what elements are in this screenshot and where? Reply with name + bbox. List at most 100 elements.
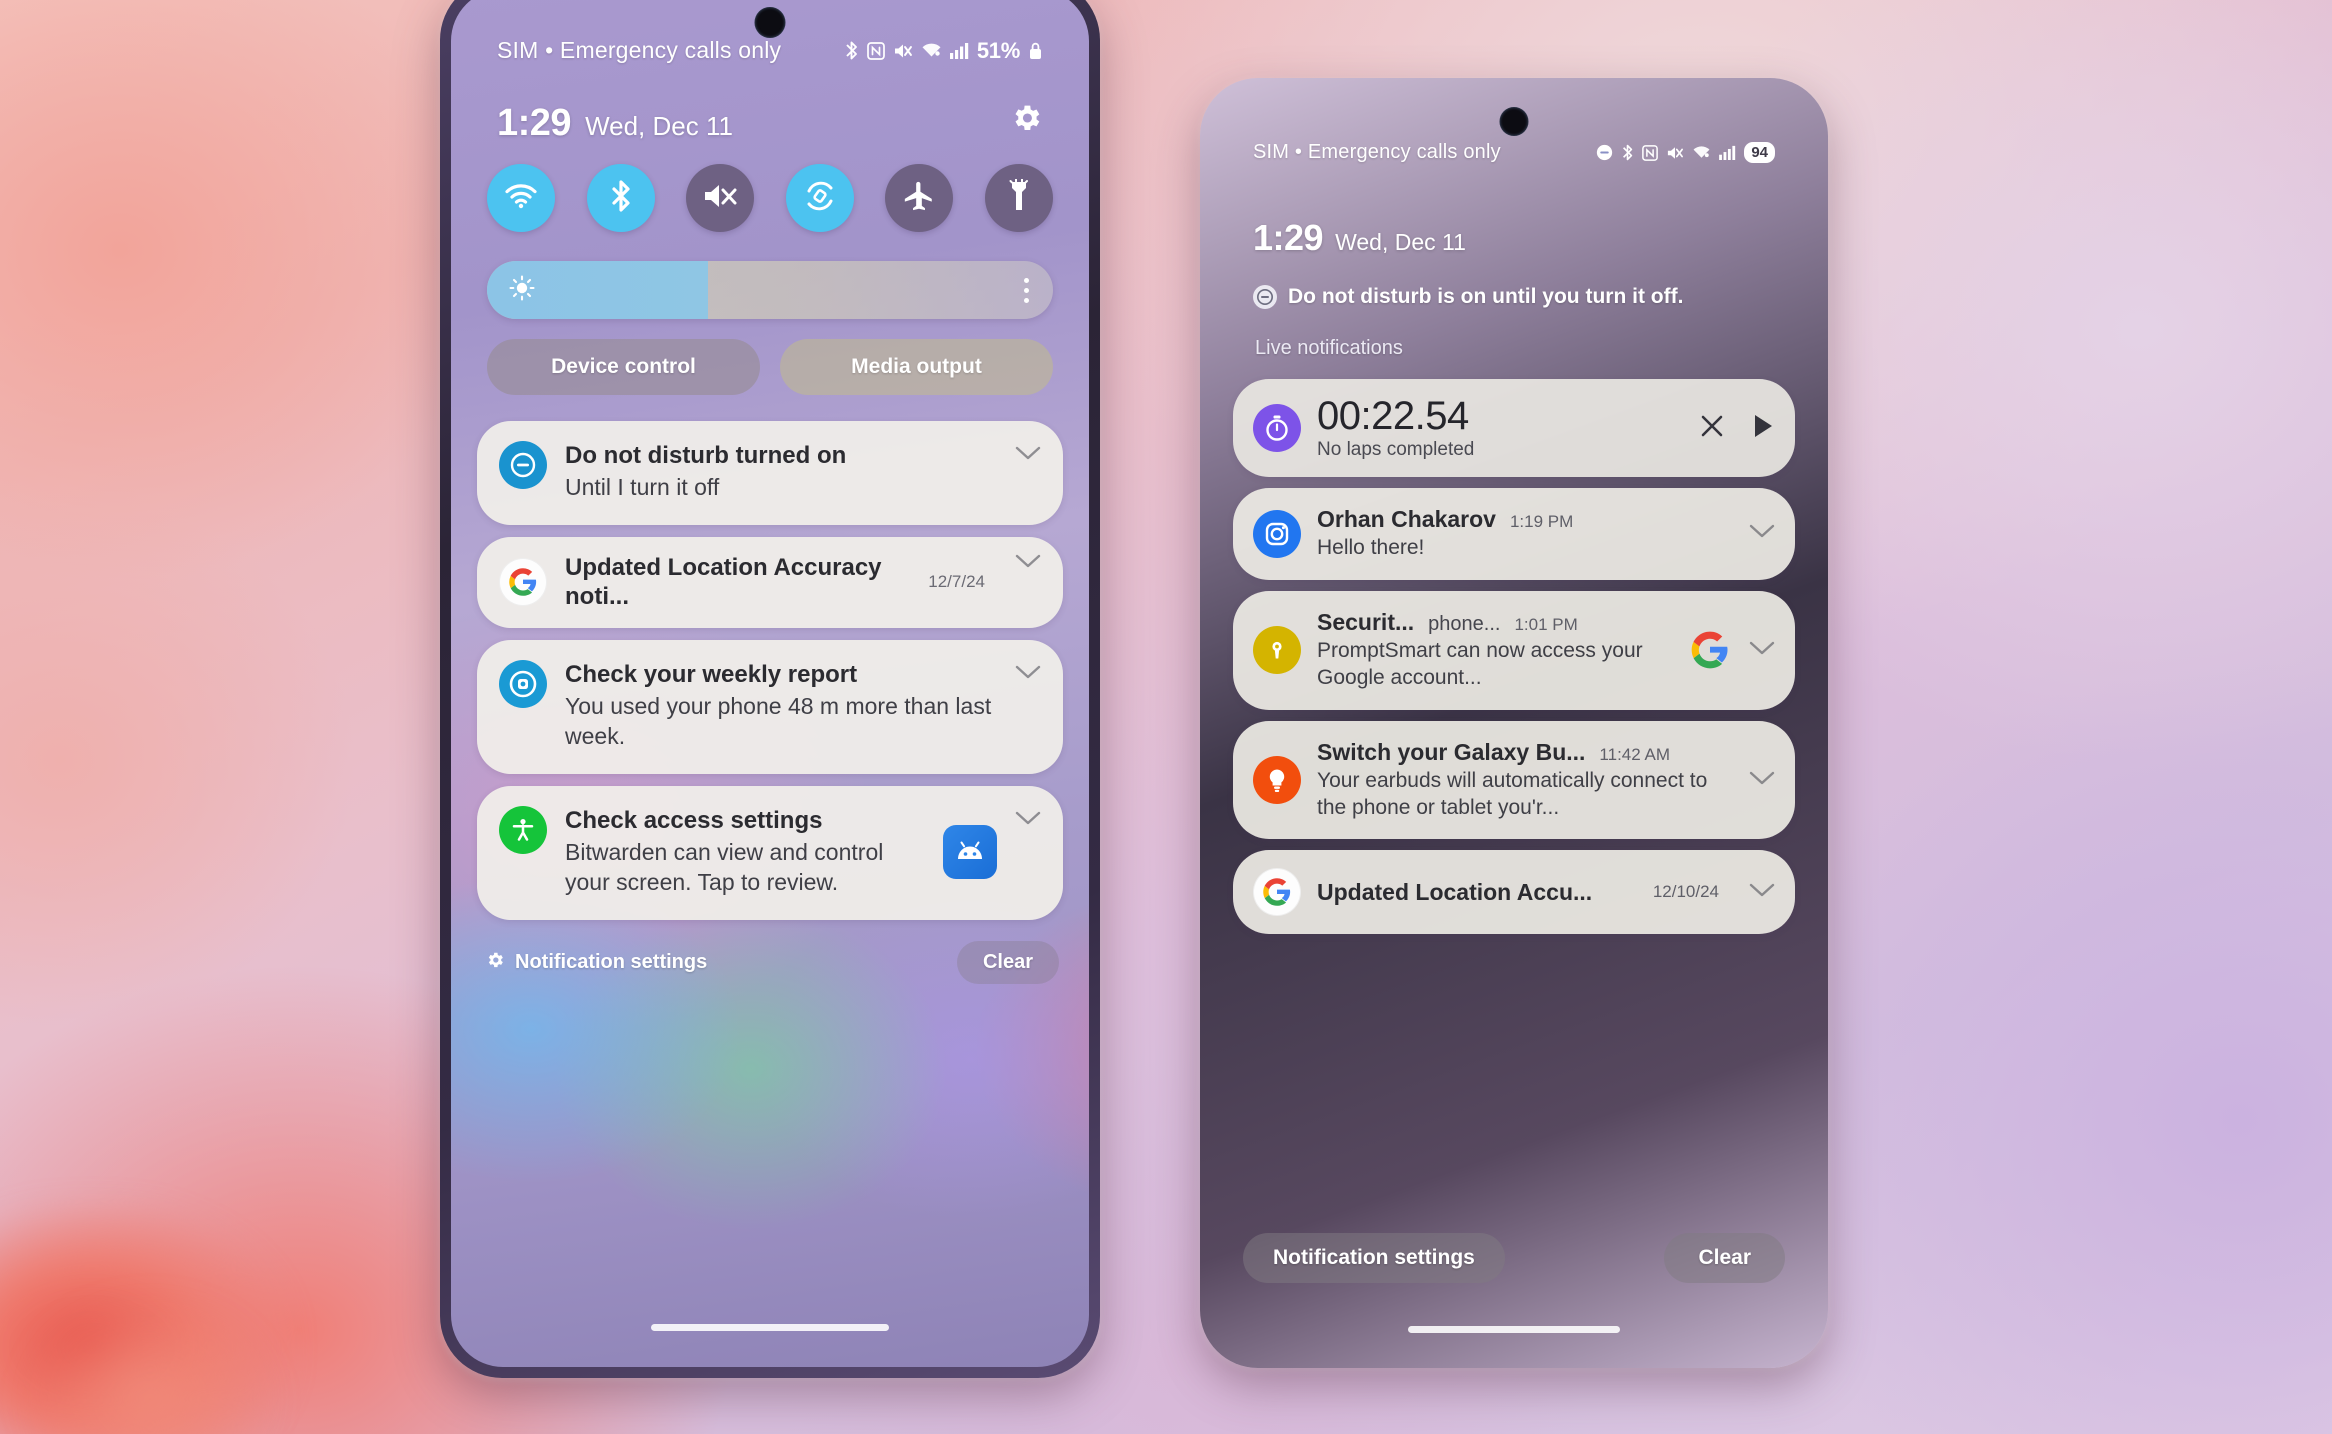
front-camera-punchhole bbox=[754, 7, 786, 38]
bitwarden-android-icon bbox=[943, 824, 997, 879]
wifi-icon bbox=[1692, 145, 1711, 160]
device-control-button[interactable]: Device control bbox=[487, 339, 760, 395]
notification-title: Updated Location Accuracy noti... bbox=[565, 554, 882, 611]
notification-settings-button[interactable]: Notification settings bbox=[1243, 1233, 1505, 1283]
notification-body: Hello there! bbox=[1317, 536, 1425, 559]
do-not-disturb-icon bbox=[1253, 285, 1277, 309]
google-icon bbox=[1253, 868, 1301, 917]
stopwatch-subtitle: No laps completed bbox=[1317, 439, 1475, 460]
notification-title-row: Securit... phone... 1:01 PM bbox=[1317, 609, 1671, 636]
home-gesture-bar[interactable] bbox=[651, 1324, 889, 1331]
notification-content: Securit... phone... 1:01 PM PromptSmart … bbox=[1317, 609, 1671, 692]
bluetooth-icon bbox=[609, 178, 633, 219]
notification-body: Bitwarden can view and control your scre… bbox=[565, 839, 884, 895]
sun-icon bbox=[509, 274, 535, 306]
notification-title: Securit... bbox=[1317, 608, 1415, 635]
notification-card-instagram[interactable]: Orhan Chakarov 1:19 PM Hello there! bbox=[1233, 488, 1795, 580]
auto-rotate-icon bbox=[803, 179, 837, 218]
toggle-wifi[interactable] bbox=[487, 164, 555, 232]
chevron-down-icon[interactable] bbox=[1749, 640, 1775, 661]
right-notification-list: 00:22.54 No laps completed Orhan Chakaro… bbox=[1233, 379, 1795, 945]
notification-card-location-accuracy[interactable]: Updated Location Accu... 12/10/24 bbox=[1233, 850, 1795, 935]
right-panel-footer: Notification settings Clear bbox=[1243, 1233, 1785, 1283]
photo-background bbox=[0, 0, 2332, 1434]
flashlight-icon bbox=[1004, 178, 1034, 218]
notification-title-row: Orhan Chakarov 1:19 PM bbox=[1317, 506, 1733, 533]
live-notification-stopwatch[interactable]: 00:22.54 No laps completed bbox=[1233, 379, 1795, 477]
bluetooth-icon bbox=[844, 40, 859, 61]
mute-icon bbox=[1666, 145, 1684, 161]
live-notifications-label: Live notifications bbox=[1255, 337, 1403, 359]
close-icon[interactable] bbox=[1699, 413, 1725, 444]
notification-title-row: Switch your Galaxy Bu... 11:42 AM bbox=[1317, 739, 1733, 766]
mute-icon bbox=[893, 42, 913, 60]
notification-settings-label: Notification settings bbox=[515, 951, 708, 973]
security-key-icon bbox=[1253, 626, 1301, 675]
notification-title: Check your weekly report bbox=[565, 660, 858, 688]
chevron-down-icon[interactable] bbox=[1015, 664, 1041, 685]
chevron-down-icon[interactable] bbox=[1015, 553, 1041, 574]
nfc-icon bbox=[1642, 144, 1659, 161]
play-icon[interactable] bbox=[1751, 413, 1775, 444]
status-icon-group: 94 bbox=[1596, 141, 1775, 164]
chevron-down-icon[interactable] bbox=[1749, 770, 1775, 791]
stopwatch-time: 00:22.54 bbox=[1317, 394, 1469, 438]
notification-timestamp: 1:19 PM bbox=[1509, 512, 1574, 531]
chevron-down-icon[interactable] bbox=[1749, 882, 1775, 903]
carrier-label: SIM • Emergency calls only bbox=[497, 37, 782, 63]
left-notification-list: Do not disturb turned on Until I turn it… bbox=[477, 421, 1063, 932]
notification-card-access-settings[interactable]: Check access settings Bitwarden can view… bbox=[477, 785, 1063, 920]
notification-card-dnd[interactable]: Do not disturb turned on Until I turn it… bbox=[477, 421, 1063, 526]
stopwatch-content: 00:22.54 No laps completed bbox=[1317, 395, 1683, 461]
notification-settings-button[interactable]: Notification settings bbox=[485, 950, 707, 976]
chevron-down-icon[interactable] bbox=[1015, 445, 1041, 466]
clear-button[interactable]: Clear bbox=[1664, 1233, 1785, 1283]
toggle-auto-rotate[interactable] bbox=[785, 164, 854, 232]
notification-content: Updated Location Accu... bbox=[1317, 879, 1637, 906]
toggle-flashlight[interactable] bbox=[984, 164, 1053, 232]
notification-content: Check access settings Bitwarden can view… bbox=[565, 806, 925, 898]
chevron-down-icon[interactable] bbox=[1015, 810, 1041, 831]
panel-pill-buttons: Device control Media output bbox=[487, 339, 1053, 395]
notification-timestamp: 12/10/24 bbox=[1652, 882, 1719, 902]
left-phone-device: SIM • Emergency calls only 51% 1:29 Wed,… bbox=[440, 0, 1100, 1378]
left-panel-footer: Notification settings Clear bbox=[485, 941, 1059, 984]
gear-icon bbox=[485, 950, 505, 976]
signal-icon bbox=[949, 42, 969, 59]
notification-card-location-accuracy[interactable]: Updated Location Accuracy noti... 12/7/2… bbox=[477, 537, 1063, 628]
home-gesture-bar[interactable] bbox=[1408, 1326, 1620, 1333]
notification-body: Until I turn it off bbox=[565, 474, 720, 501]
do-not-disturb-banner[interactable]: Do not disturb is on until you turn it o… bbox=[1253, 285, 1775, 309]
notification-card-galaxy-buds[interactable]: Switch your Galaxy Bu... 11:42 AM Your e… bbox=[1233, 720, 1795, 840]
mute-icon bbox=[702, 181, 738, 216]
toggle-airplane-mode[interactable] bbox=[885, 164, 954, 232]
clock-time: 1:29 bbox=[1253, 217, 1324, 258]
notification-card-weekly-report[interactable]: Check your weekly report You used your p… bbox=[477, 639, 1063, 774]
right-phone-device: SIM • Emergency calls only 94 1:29 Wed, … bbox=[1200, 78, 1828, 1368]
chevron-down-icon[interactable] bbox=[1749, 523, 1775, 544]
battery-percent-badge: 94 bbox=[1744, 141, 1775, 164]
tips-bulb-icon bbox=[1253, 756, 1301, 804]
toggle-bluetooth[interactable] bbox=[586, 164, 655, 232]
digital-wellbeing-icon bbox=[499, 659, 547, 708]
clear-button[interactable]: Clear bbox=[956, 941, 1059, 984]
toggle-mute[interactable] bbox=[686, 164, 755, 232]
do-not-disturb-icon bbox=[1596, 144, 1613, 161]
notification-title: Do not disturb turned on bbox=[565, 442, 847, 469]
airplane-icon bbox=[902, 179, 936, 218]
wifi-icon bbox=[503, 182, 539, 215]
notification-content: Orhan Chakarov 1:19 PM Hello there! bbox=[1317, 506, 1733, 562]
signal-icon bbox=[1719, 145, 1736, 160]
stopwatch-icon bbox=[1253, 404, 1301, 452]
settings-gear-icon[interactable] bbox=[1009, 101, 1043, 140]
notification-card-security-alert[interactable]: Securit... phone... 1:01 PM PromptSmart … bbox=[1233, 590, 1795, 710]
brightness-slider[interactable] bbox=[487, 261, 1053, 319]
media-output-button[interactable]: Media output bbox=[780, 339, 1053, 395]
left-status-bar: SIM • Emergency calls only 51% bbox=[451, 37, 1089, 64]
more-vertical-icon[interactable] bbox=[1024, 277, 1029, 303]
notification-content: Updated Location Accuracy noti... bbox=[565, 553, 910, 612]
left-phone-screen: SIM • Emergency calls only 51% 1:29 Wed,… bbox=[451, 0, 1089, 1367]
battery-lock-icon bbox=[1028, 42, 1043, 60]
left-clock-header: 1:29 Wed, Dec 11 bbox=[497, 101, 1043, 145]
notification-body: You used your phone 48 m more than last … bbox=[565, 692, 992, 749]
